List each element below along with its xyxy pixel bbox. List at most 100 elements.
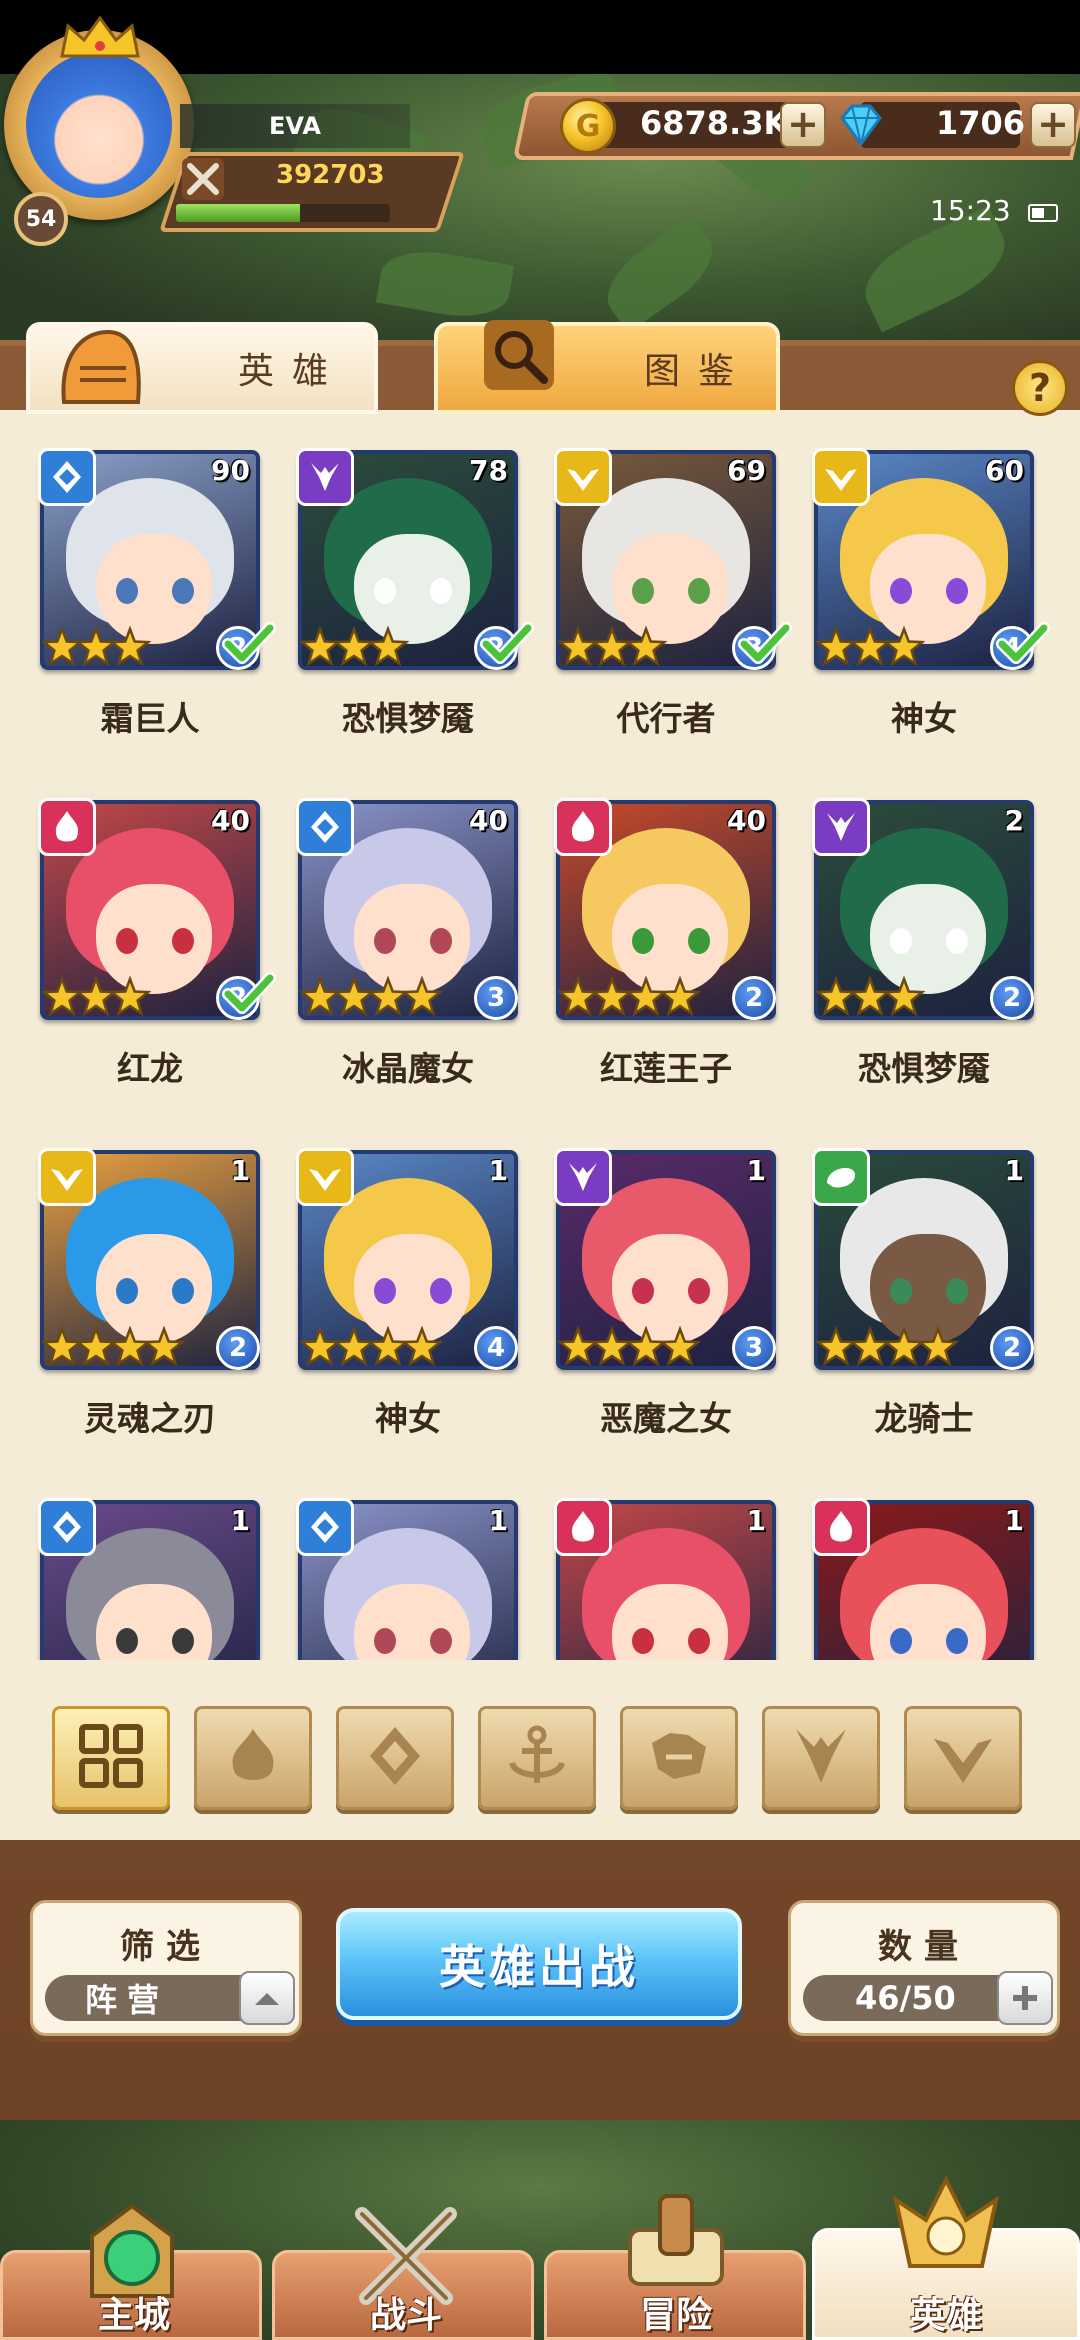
star-icon [300, 1326, 342, 1367]
hero-card[interactable]: 40 2 红龙 [38, 780, 276, 1088]
water-faction-icon [296, 798, 354, 856]
magnifier-book-icon [484, 320, 554, 390]
filter-button-fire-faction[interactable] [194, 1706, 312, 1810]
hero-eye [688, 578, 710, 604]
hero-card[interactable]: 1 [554, 1480, 776, 1660]
filter-button-grid-all[interactable] [52, 1706, 170, 1810]
hero-level: 1 [488, 1504, 508, 1537]
nature-faction-icon [812, 1148, 870, 1206]
help-button[interactable]: ? [1012, 360, 1068, 416]
hero-level: 40 [469, 804, 508, 837]
hero-name: 龙骑士 [874, 1399, 974, 1438]
filter-toggle-button[interactable] [239, 1971, 295, 2025]
filter-button-water-faction[interactable] [336, 1706, 454, 1810]
fire-faction-icon [812, 1498, 870, 1556]
hero-card[interactable]: 60 4 神女 [812, 430, 1050, 738]
filter-button-beast-faction[interactable] [620, 1706, 738, 1810]
hero-card[interactable]: 40 2 红莲王子 [554, 780, 776, 1088]
star-rating-icon [558, 976, 702, 1017]
star-icon [42, 626, 84, 667]
hero-eye [688, 1278, 710, 1304]
hero-level: 2 [1004, 804, 1024, 837]
tab-codex[interactable]: 图鉴 [434, 320, 780, 414]
faction-filter-bar [0, 1700, 1080, 1840]
nav-heroes-label: 英雄 [909, 2295, 982, 2336]
hero-level: 78 [469, 454, 508, 487]
fire-faction-icon [554, 798, 612, 856]
hero-eye [430, 928, 452, 954]
hero-name: 恶魔之女 [600, 1399, 732, 1438]
hero-eye [172, 1628, 194, 1654]
hero-name: 霜巨人 [100, 699, 200, 738]
hero-level: 1 [746, 1154, 766, 1187]
gold-amount: 6878.3K [640, 104, 789, 142]
add-gold-button[interactable]: + [780, 102, 826, 148]
battery-icon [1028, 204, 1058, 222]
fire-faction-icon [218, 1721, 288, 1795]
star-icon [300, 976, 342, 1017]
deployed-check-icon [480, 622, 534, 664]
filter-button-light-faction[interactable] [904, 1706, 1022, 1810]
nav-adventure-label: 冒险 [639, 2295, 712, 2336]
star-icon [74, 626, 118, 667]
star-rating-icon [558, 1326, 702, 1367]
hero-level: 40 [211, 804, 250, 837]
tab-heroes-label: 英雄 [238, 351, 347, 392]
hero-card[interactable]: 40 3 冰晶魔女 [296, 780, 518, 1088]
hero-card[interactable]: 1 2 灵魂之刃 [38, 1130, 260, 1438]
hero-level: 1 [1004, 1504, 1024, 1537]
hero-card[interactable]: 1 2 龙骑士 [812, 1130, 1034, 1438]
hero-name: 红莲王子 [600, 1049, 732, 1088]
demon-faction-icon [786, 1721, 856, 1795]
hero-rank-badge: 2 [732, 976, 776, 1020]
hero-card[interactable]: 1 [296, 1480, 518, 1660]
filter-button-demon-faction[interactable] [762, 1706, 880, 1810]
hero-card[interactable]: 1 3 恶魔之女 [554, 1130, 776, 1438]
dark-faction-icon [554, 1148, 612, 1206]
deploy-heroes-button[interactable]: 英雄出战 [336, 1908, 742, 2020]
player-avatar[interactable] [4, 16, 194, 220]
hero-card[interactable]: 1 [38, 1480, 260, 1660]
filter-button-anchor-faction[interactable] [478, 1706, 596, 1810]
xp-bar-fill [176, 204, 301, 222]
fire-faction-icon [554, 1498, 612, 1556]
hero-card[interactable]: 1 4 神女 [296, 1130, 518, 1438]
tab-heroes[interactable]: 英雄 [26, 322, 378, 414]
filter-title: 筛选 [120, 1927, 212, 1967]
hero-card[interactable]: 69 3 代行者 [554, 430, 792, 738]
hero-rank-badge: 3 [474, 976, 518, 1020]
hero-name: 神女 [375, 1399, 441, 1438]
star-icon [42, 976, 84, 1017]
hero-grid[interactable]: 90 2 霜巨人 78 2 恐惧梦魇 69 3 代行者 60 4 神女 40 2 红龙 40 3 冰晶魔女 40 2 红… [0, 410, 1080, 1660]
star-icon [558, 626, 600, 667]
hero-eye [374, 1278, 396, 1304]
hero-card[interactable]: 90 2 霜巨人 [38, 430, 276, 738]
light-faction-icon [812, 448, 870, 506]
gem-amount: 1706 [936, 104, 1026, 142]
hero-eye [946, 928, 968, 954]
hero-card[interactable]: 1 [812, 1480, 1034, 1660]
hero-name: 恐惧梦魇 [858, 1049, 990, 1088]
hero-card[interactable]: 2 2 恐惧梦魇 [812, 780, 1034, 1088]
star-rating-icon [42, 1326, 186, 1367]
hero-card[interactable]: 78 2 恐惧梦魇 [296, 430, 534, 738]
star-icon [558, 976, 600, 1017]
avatar-portrait [26, 52, 172, 198]
expand-slots-button[interactable] [997, 1971, 1053, 2025]
nav-main-city-label: 主城 [97, 2295, 170, 2336]
hero-eye [688, 928, 710, 954]
hero-eye [116, 578, 138, 604]
add-gems-button[interactable]: + [1030, 102, 1076, 148]
hero-rank-badge: 2 [990, 1326, 1034, 1370]
gold-coin-icon: G [560, 98, 616, 154]
water-faction-icon [38, 448, 96, 506]
star-icon [366, 1326, 410, 1367]
star-icon [108, 626, 152, 667]
grid-all-icon [76, 1721, 146, 1795]
hero-eye [890, 1628, 912, 1654]
hero-eye [890, 1278, 912, 1304]
star-icon [590, 626, 634, 667]
star-icon [816, 1326, 858, 1367]
hero-eye [430, 1278, 452, 1304]
filter-card[interactable]: 筛选 阵营 [30, 1900, 302, 2036]
